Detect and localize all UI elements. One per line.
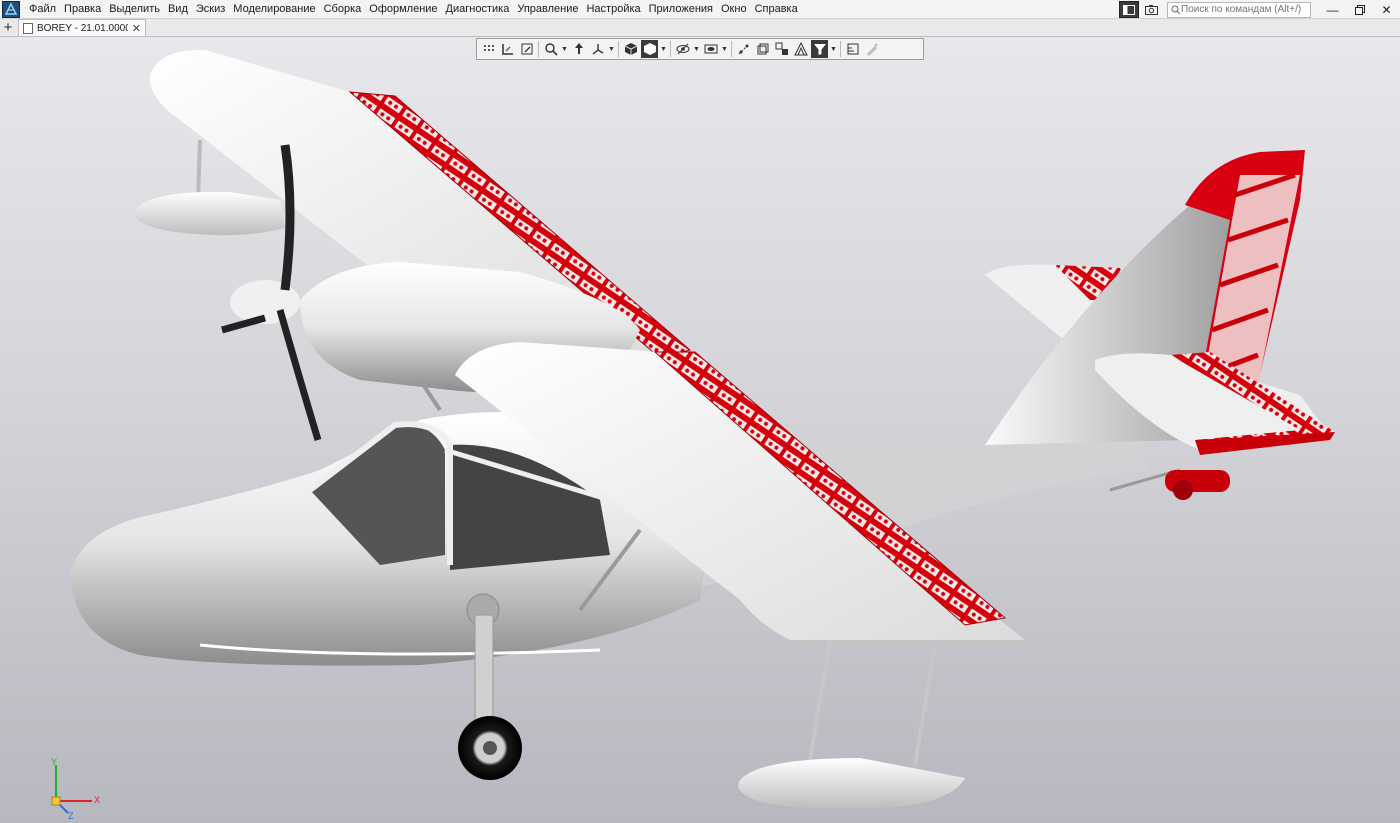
right-wing-float [738, 639, 965, 809]
menu-management[interactable]: Управление [513, 0, 582, 19]
menu-applications[interactable]: Приложения [645, 0, 717, 19]
menu-appearance[interactable]: Оформление [365, 0, 441, 19]
document-tab-bar: + BOREY - 21.01.0000.0... ✕ [0, 19, 1400, 37]
tab-close-icon[interactable]: ✕ [132, 22, 141, 35]
axis-z-label: Z [68, 811, 74, 821]
airplane-model[interactable] [0, 37, 1400, 823]
axis-triad: Y X Z [42, 757, 112, 823]
zoom-icon[interactable] [542, 40, 559, 58]
shaded-cube-icon[interactable] [622, 40, 639, 58]
grip-handle-icon[interactable] [480, 40, 497, 58]
menu-help[interactable]: Справка [751, 0, 802, 19]
menubar-right: — ✕ [1119, 0, 1400, 19]
chevron-down-icon[interactable]: ▼ [692, 40, 701, 58]
layout-icon[interactable] [1119, 1, 1139, 18]
toolbar-separator [670, 41, 671, 57]
menu-view[interactable]: Вид [164, 0, 192, 19]
document-icon [23, 22, 33, 34]
menu-bar: Файл Правка Выделить Вид Эскиз Моделиров… [0, 0, 1400, 19]
normal-view-icon[interactable] [518, 40, 535, 58]
view-toolbar: ▼ ▼ ▼ ▼ ▼ ▼ [476, 38, 924, 60]
menu-items: Файл Правка Выделить Вид Эскиз Моделиров… [25, 0, 802, 18]
chevron-down-icon[interactable]: ▼ [829, 40, 838, 58]
exploded-view-icon[interactable] [773, 40, 790, 58]
menu-select[interactable]: Выделить [105, 0, 164, 19]
filter-icon[interactable] [811, 40, 828, 58]
toolbar-separator [731, 41, 732, 57]
propeller-blade [221, 314, 266, 334]
menu-window[interactable]: Окно [717, 0, 751, 19]
document-tab[interactable]: BOREY - 21.01.0000.0... ✕ [18, 19, 146, 36]
visibility-icon[interactable] [702, 40, 719, 58]
pick-tool-icon[interactable] [863, 40, 880, 58]
chevron-down-icon[interactable]: ▼ [560, 40, 569, 58]
app-logo-icon[interactable] [2, 0, 20, 18]
tail-wheel [1109, 468, 1230, 500]
measure-icon[interactable] [844, 40, 861, 58]
menu-diagnostics[interactable]: Диагностика [442, 0, 514, 19]
orientation-icon[interactable] [589, 40, 606, 58]
near-wing-underside [790, 640, 1025, 648]
document-tab-title: BOREY - 21.01.0000.0... [37, 22, 128, 34]
command-search[interactable] [1167, 1, 1311, 18]
hide-icon[interactable] [674, 40, 691, 58]
sketch-plane-icon[interactable] [499, 40, 516, 58]
rotate-view-icon[interactable] [570, 40, 587, 58]
restore-icon[interactable] [1346, 0, 1373, 19]
axis-y-label: Y [51, 757, 58, 767]
display-style-icon[interactable] [641, 40, 658, 58]
propeller-blade [280, 144, 295, 291]
chevron-down-icon[interactable]: ▼ [659, 40, 668, 58]
datum-display-icon[interactable] [735, 40, 752, 58]
chevron-down-icon[interactable]: ▼ [607, 40, 616, 58]
toolbar-separator [618, 41, 619, 57]
minimize-icon[interactable]: — [1319, 0, 1346, 19]
chevron-down-icon[interactable]: ▼ [720, 40, 729, 58]
toolbar-separator [538, 41, 539, 57]
perspective-icon[interactable] [792, 40, 809, 58]
3d-viewport[interactable]: Y X Z [0, 37, 1400, 823]
new-document-plus-icon[interactable]: + [0, 19, 16, 36]
menu-assembly[interactable]: Сборка [320, 0, 366, 19]
menu-sketch[interactable]: Эскиз [192, 0, 229, 19]
search-input[interactable] [1181, 4, 1301, 15]
menu-file[interactable]: Файл [25, 0, 60, 19]
menu-settings[interactable]: Настройка [582, 0, 644, 19]
menu-modeling[interactable]: Моделирование [229, 0, 319, 19]
toolbar-separator [840, 41, 841, 57]
axis-x-label: X [94, 795, 101, 805]
camera-icon[interactable] [1141, 1, 1161, 18]
section-view-icon[interactable] [754, 40, 771, 58]
menu-edit[interactable]: Правка [60, 0, 105, 19]
search-icon [1171, 5, 1181, 14]
close-icon[interactable]: ✕ [1373, 0, 1400, 19]
